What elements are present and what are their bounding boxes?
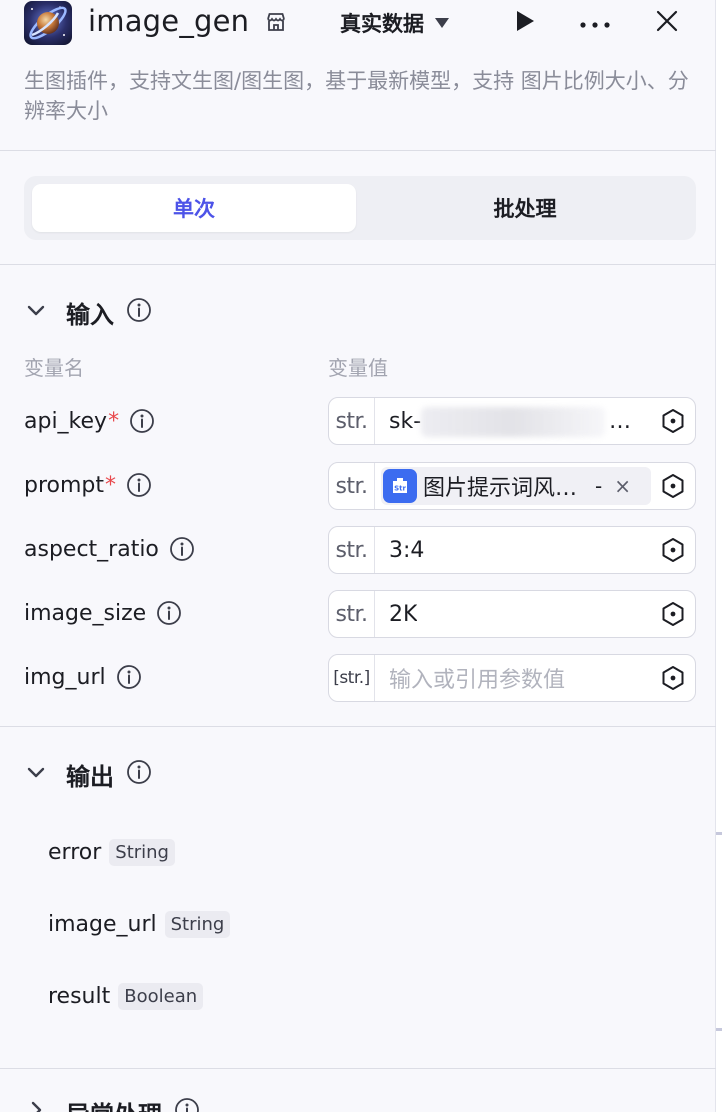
panel-header: image_gen 真实数据 xyxy=(0,0,716,46)
output-section-header[interactable]: 输出 xyxy=(24,756,152,792)
plugin-description: 生图插件，支持文生图/图生图，基于最新模型，支持 图片比例大小、分辨率大小 xyxy=(24,69,689,123)
reference-separator: - xyxy=(595,474,603,498)
output-row: error String xyxy=(48,835,175,869)
node-panel: image_gen 真实数据 生图插件，支持文生图/图生图，基于最新模型，支持 … xyxy=(0,0,716,1112)
exception-section-title: 异常处理 xyxy=(66,1095,162,1112)
param-name: aspect_ratio xyxy=(24,536,159,562)
caret-down-icon xyxy=(434,14,450,33)
param-name: prompt xyxy=(24,472,105,498)
divider xyxy=(0,150,716,151)
str-type-badge: str. xyxy=(329,398,375,444)
data-source-select[interactable]: 真实数据 xyxy=(340,8,450,38)
exception-section-header[interactable]: 异常处理 xyxy=(24,1094,200,1112)
info-icon[interactable] xyxy=(126,759,152,789)
image-size-value[interactable]: 2K xyxy=(389,591,417,637)
more-icon xyxy=(579,14,611,33)
aspect-ratio-value[interactable]: 3:4 xyxy=(389,527,424,573)
output-name: result xyxy=(48,983,111,1009)
column-header-name: 变量名 xyxy=(24,356,84,380)
redacted-mask xyxy=(421,407,605,437)
output-type-badge: String xyxy=(164,910,231,938)
info-icon[interactable] xyxy=(116,664,142,690)
variable-ref-icon[interactable] xyxy=(659,527,687,573)
mode-tabs: 单次 批处理 xyxy=(24,176,696,240)
output-name: error xyxy=(48,839,102,865)
required-mark: * xyxy=(108,408,120,434)
divider xyxy=(0,264,716,265)
variable-ref-icon[interactable] xyxy=(659,591,687,637)
str-type-badge: str. xyxy=(329,527,375,573)
remove-reference-button[interactable]: × xyxy=(614,474,631,498)
variable-ref-icon[interactable] xyxy=(659,655,687,701)
app-logo xyxy=(24,1,72,45)
play-icon xyxy=(514,9,536,37)
chevron-down-icon xyxy=(24,298,48,326)
info-icon[interactable] xyxy=(174,1097,200,1112)
output-type-badge: Boolean xyxy=(118,982,204,1010)
tab-single[interactable]: 单次 xyxy=(32,184,356,232)
input-section-title: 输入 xyxy=(66,300,114,329)
param-label-image-size: image_size xyxy=(24,590,182,636)
info-icon[interactable] xyxy=(126,472,152,498)
run-button[interactable] xyxy=(508,6,542,40)
close-button[interactable] xyxy=(650,6,684,40)
info-icon[interactable] xyxy=(156,600,182,626)
output-section-title: 输出 xyxy=(66,762,114,791)
variable-ref-icon[interactable] xyxy=(659,398,687,444)
info-icon[interactable] xyxy=(169,536,195,562)
str-type-badge: str. xyxy=(329,463,375,509)
chevron-down-icon xyxy=(24,760,48,788)
column-header-value: 变量值 xyxy=(328,356,388,380)
image-size-field[interactable]: str. 2K xyxy=(328,590,696,638)
chevron-right-icon xyxy=(24,1098,48,1112)
str-icon: Str xyxy=(383,469,417,503)
output-type-badge: String xyxy=(109,838,175,866)
output-name: image_url xyxy=(48,911,157,937)
prompt-field[interactable]: str. Str 图片提示词风… - × xyxy=(328,462,696,510)
divider xyxy=(0,1068,716,1069)
app-title: image_gen xyxy=(88,4,250,38)
param-name: img_url xyxy=(24,664,106,690)
output-row: result Boolean xyxy=(48,979,204,1013)
data-source-label: 真实数据 xyxy=(340,12,424,36)
img-url-field[interactable]: [str.] 输入或引用参数值 xyxy=(328,654,696,702)
param-label-img-url: img_url xyxy=(24,654,142,700)
svg-text:Str: Str xyxy=(394,485,406,493)
info-icon[interactable] xyxy=(129,408,155,434)
canvas-edge xyxy=(716,0,722,1112)
param-label-api-key: api_key * xyxy=(24,398,155,444)
tab-batch[interactable]: 批处理 xyxy=(360,184,690,232)
close-icon xyxy=(655,9,679,37)
param-name: api_key xyxy=(24,408,108,434)
variable-ref-icon[interactable] xyxy=(659,463,687,509)
canvas-edge-mark xyxy=(716,1028,722,1031)
param-label-prompt: prompt * xyxy=(24,462,152,508)
reference-chip[interactable]: Str 图片提示词风… - × xyxy=(381,467,651,505)
input-section-header[interactable]: 输入 xyxy=(24,294,152,330)
output-row: image_url String xyxy=(48,907,231,941)
param-label-aspect-ratio: aspect_ratio xyxy=(24,526,195,572)
canvas-edge-mark xyxy=(716,832,722,835)
info-icon[interactable] xyxy=(126,297,152,327)
str-type-badge: str. xyxy=(329,591,375,637)
store-icon[interactable] xyxy=(264,10,288,34)
more-button[interactable] xyxy=(578,6,612,40)
param-name: image_size xyxy=(24,600,147,626)
array-str-type-badge: [str.] xyxy=(329,655,375,701)
img-url-placeholder[interactable]: 输入或引用参数值 xyxy=(389,655,565,701)
reference-label: 图片提示词风… xyxy=(423,476,578,501)
api-key-field[interactable]: str. sk- … xyxy=(328,397,696,445)
api-key-value[interactable]: sk- xyxy=(389,398,421,444)
aspect-ratio-field[interactable]: str. 3:4 xyxy=(328,526,696,574)
required-mark: * xyxy=(105,472,117,498)
api-key-ellipsis: … xyxy=(609,408,631,434)
divider xyxy=(0,726,716,727)
